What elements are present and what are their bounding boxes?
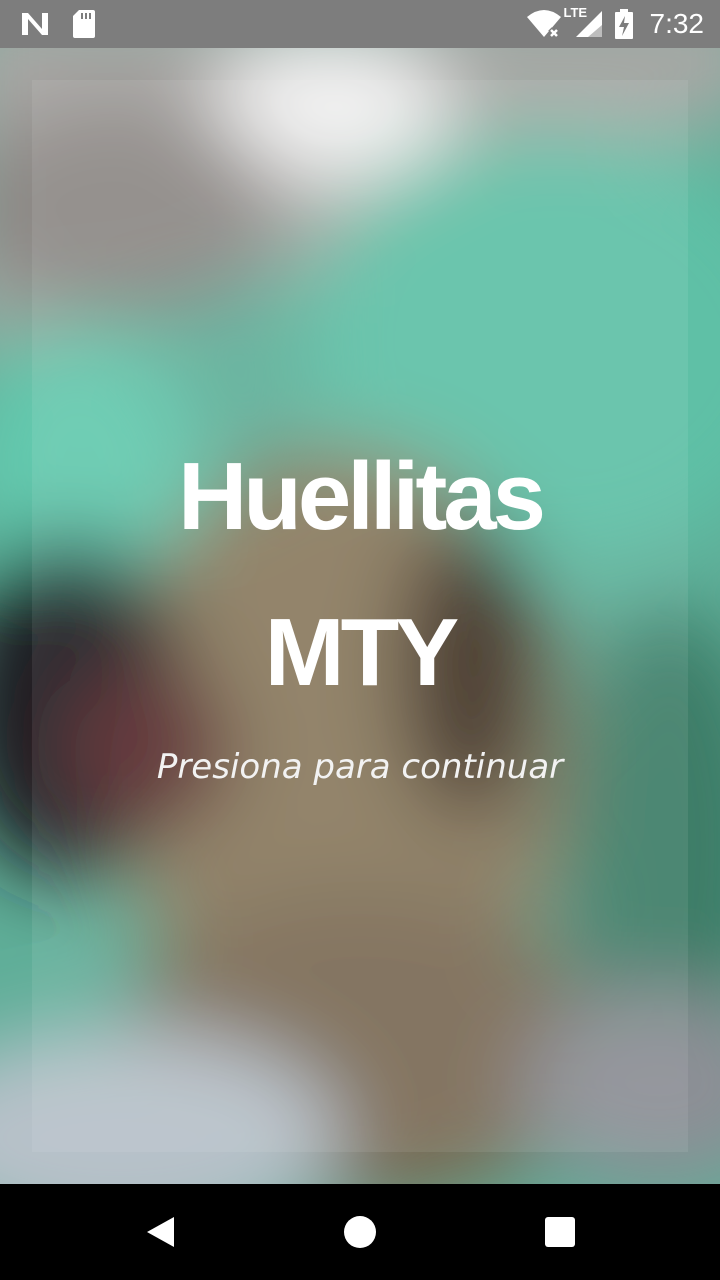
back-button[interactable] (120, 1208, 200, 1256)
recents-square-icon (544, 1216, 576, 1248)
app-title-line2: MTY (264, 599, 460, 706)
status-time: 7:32 (649, 8, 705, 39)
splash-screen: LTE 7:32 Huellitas MTY Presiona para con… (0, 0, 720, 1280)
wifi-icon (526, 9, 562, 39)
status-left-icons (20, 0, 96, 48)
recents-button[interactable] (520, 1208, 600, 1256)
home-button[interactable] (320, 1208, 400, 1256)
tap-hint-text: Presiona para continuar (156, 747, 564, 787)
status-right-icons: LTE 7:32 (526, 0, 705, 48)
n-logo-icon (20, 11, 50, 37)
home-circle-icon (343, 1215, 377, 1249)
lte-signal-icon: LTE (564, 5, 604, 39)
back-triangle-icon (144, 1215, 176, 1249)
network-label: LTE (563, 5, 588, 20)
splash-tap-area[interactable]: Huellitas MTY Presiona para continuar (32, 80, 688, 1152)
status-bar: LTE 7:32 (0, 0, 720, 48)
sd-card-icon (72, 9, 96, 39)
app-title-line1: Huellitas (177, 443, 546, 550)
battery-charging-icon (614, 8, 634, 40)
navigation-bar (0, 1184, 720, 1280)
